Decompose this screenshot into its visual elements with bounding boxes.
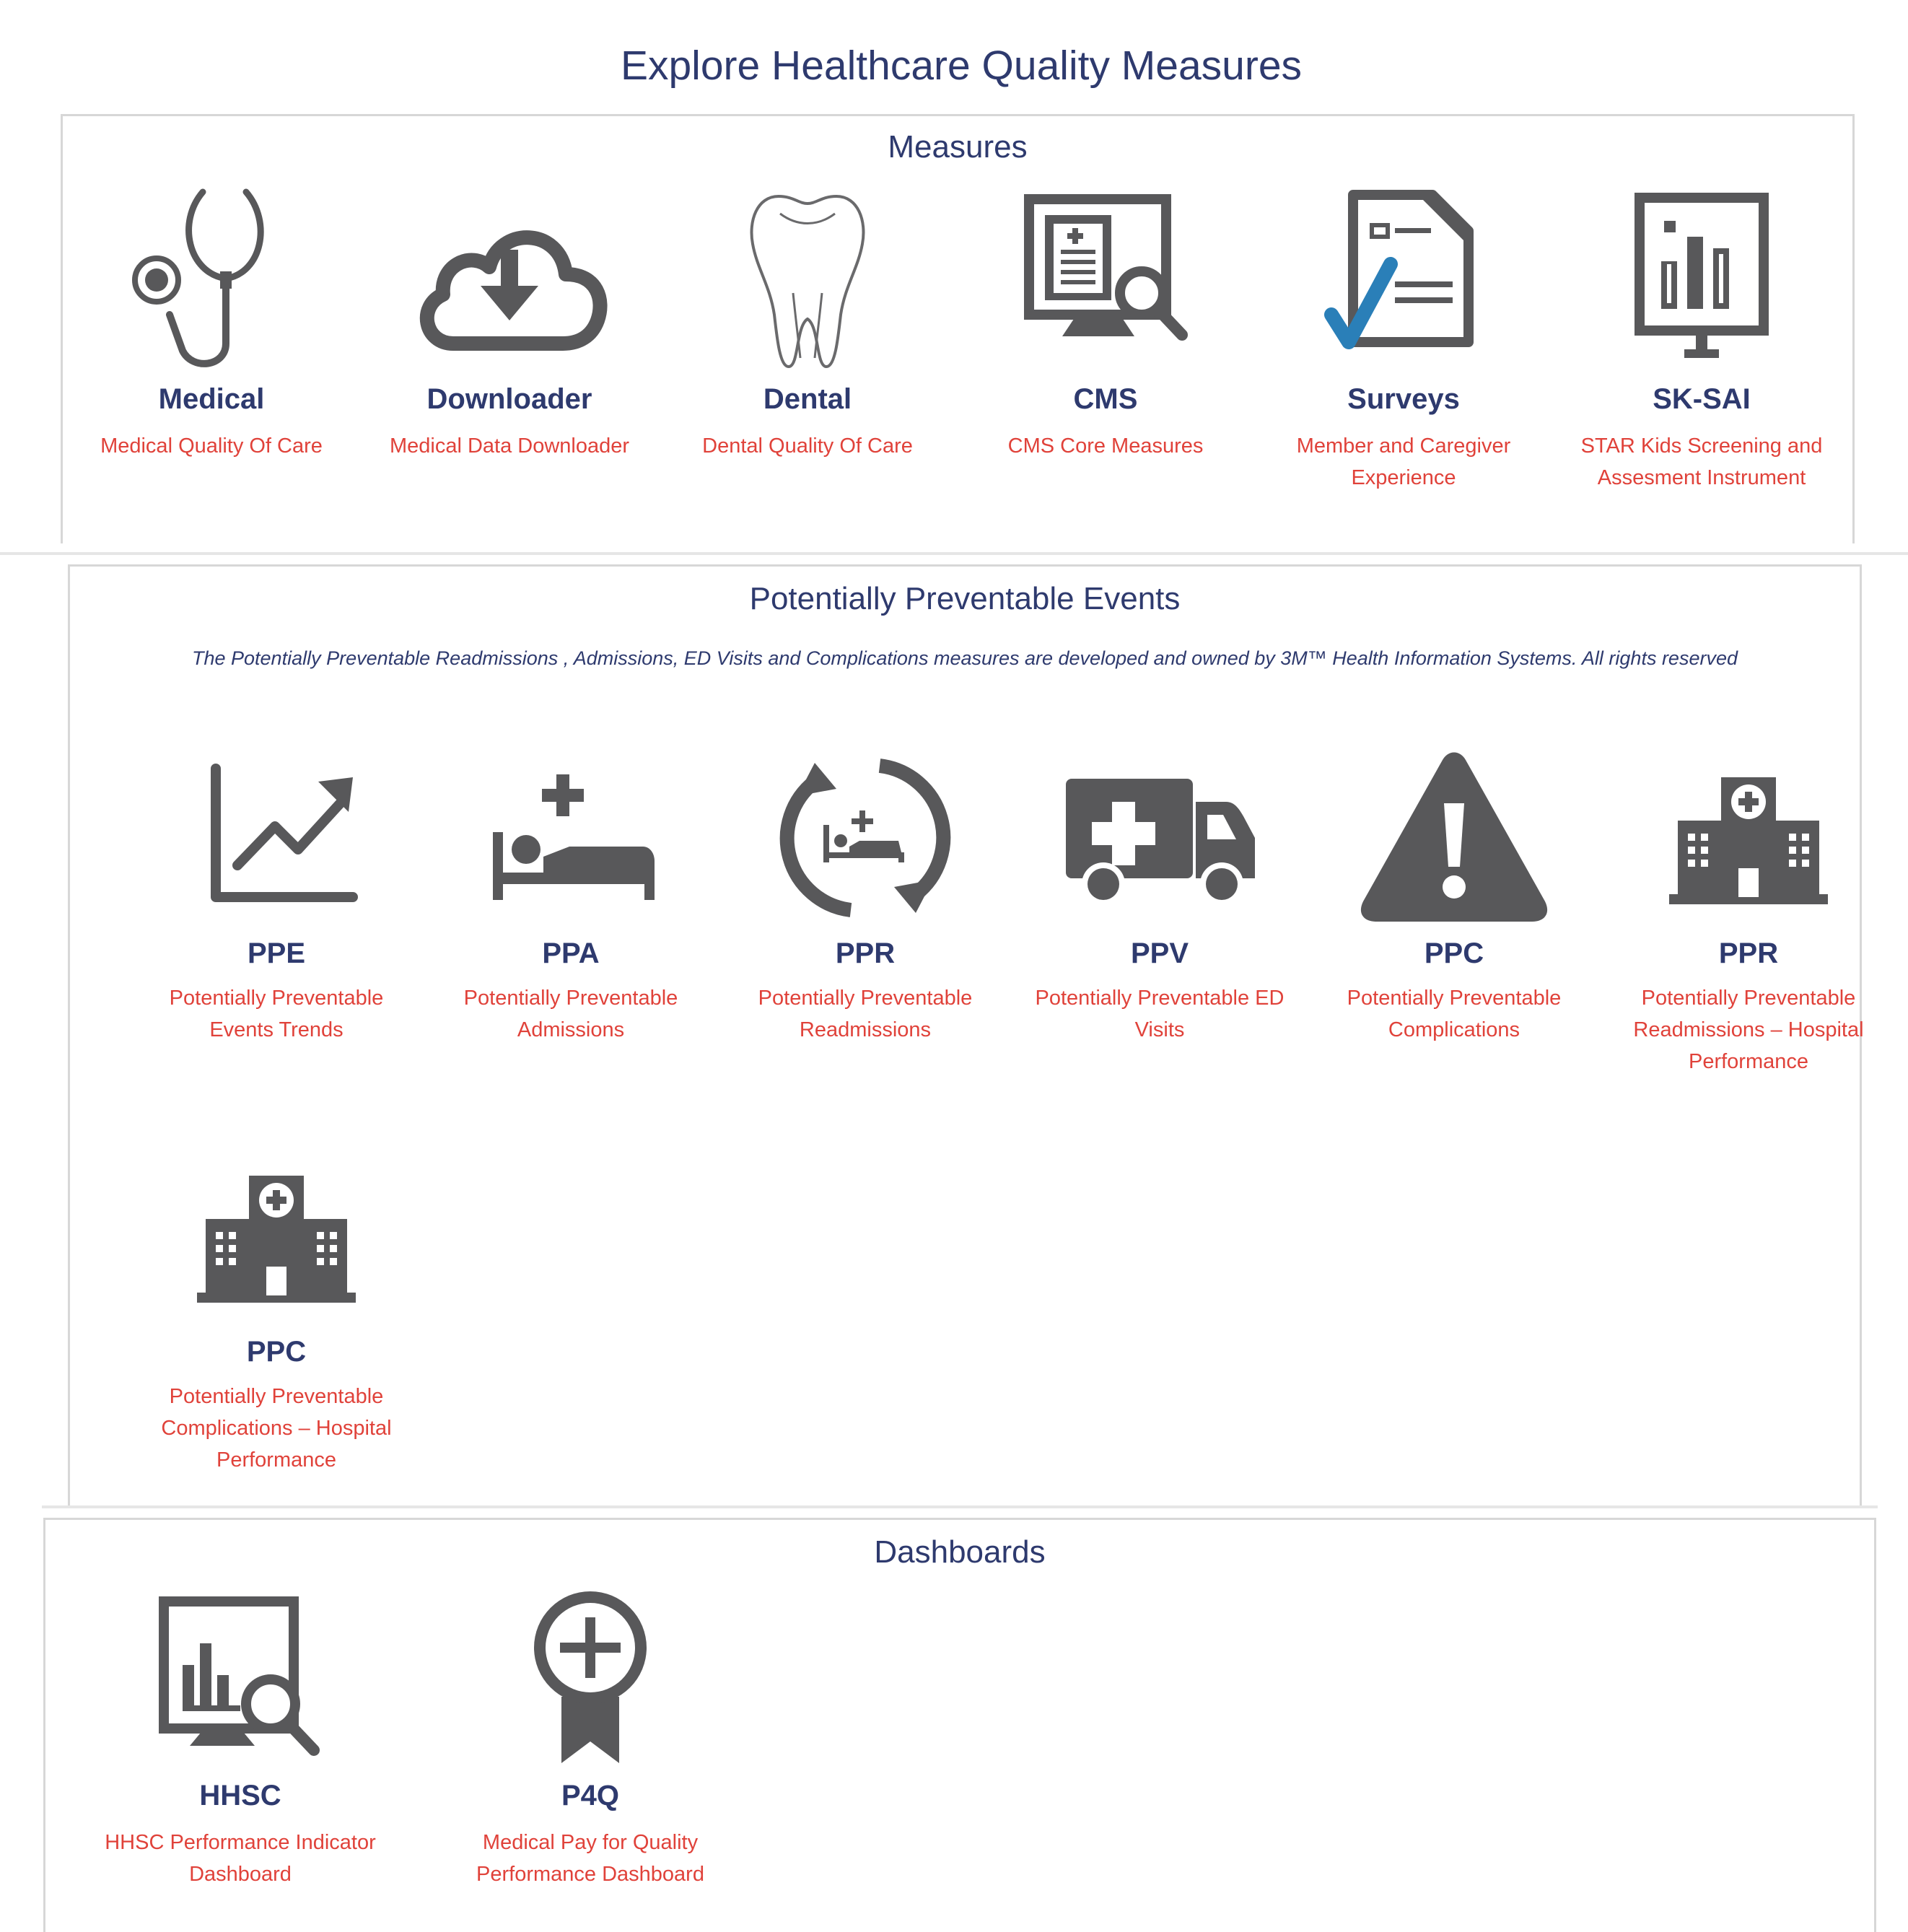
page-title: Explore Healthcare Quality Measures	[620, 43, 1303, 89]
ppe-title: Potentially Preventable Events	[749, 581, 1181, 616]
dashboard-card-hhsc[interactable]: HHSC HHSC Performance Indicator Dashboar…	[89, 1588, 392, 1928]
ambulance-icon	[1023, 746, 1297, 933]
card-title: CMS	[1073, 383, 1138, 415]
dashboard-card-p4q[interactable]: P4Q Medical Pay for Quality Performance …	[439, 1588, 742, 1928]
card-description: Potentially Preventable Complications – …	[161, 1385, 392, 1472]
card-title: PPA	[542, 937, 600, 969]
card-description: Potentially Preventable ED Visits	[1035, 987, 1285, 1041]
card-description: Potentially Preventable Events Trends	[169, 987, 384, 1041]
hospital-building-icon	[139, 1144, 413, 1332]
card-description: Member and Caregiver Experience	[1296, 434, 1511, 489]
measure-card-surveys[interactable]: Surveys Member and Caregiver Experience	[1281, 185, 1526, 546]
copyright-notice: The Potentially Preventable Readmissions…	[191, 647, 1738, 669]
dashboard-search-icon	[89, 1588, 392, 1769]
dashboards-panel: Dashboards HHSC HHSC Performance Indicat…	[43, 1518, 1876, 1932]
card-description: Dental Quality Of Care	[702, 434, 913, 458]
card-title: PPE	[247, 937, 306, 969]
card-description: Potentially Preventable Admissions	[463, 987, 678, 1041]
ppe-card-trends[interactable]: PPE Potentially Preventable Events Trend…	[139, 746, 413, 1121]
card-description: Medical Data Downloader	[389, 434, 630, 458]
dashboards-title: Dashboards	[874, 1534, 1046, 1570]
card-title: Medical	[158, 383, 265, 415]
trend-chart-icon	[139, 746, 413, 933]
ppe-card-ed-visits[interactable]: PPV Potentially Preventable ED Visits	[1023, 746, 1297, 1121]
card-title: Surveys	[1347, 383, 1460, 415]
stethoscope-icon	[89, 185, 334, 372]
presentation-chart-icon	[1579, 185, 1824, 372]
measures-panel: Measures Medical Medical Quality Of Care	[61, 114, 1855, 543]
cloud-download-icon	[387, 185, 632, 372]
tooth-icon	[685, 185, 930, 372]
hospital-building-icon	[1611, 746, 1886, 933]
hospital-bed-icon	[434, 746, 708, 933]
section-divider	[42, 1505, 1878, 1508]
measure-card-cms[interactable]: CMS CMS Core Measures	[983, 185, 1228, 546]
card-title: PPC	[1424, 937, 1484, 969]
card-title: PPR	[1718, 937, 1779, 969]
measures-title: Measures	[888, 129, 1028, 165]
monitor-search-icon	[983, 185, 1228, 372]
readmission-cycle-icon	[728, 746, 1002, 933]
ppe-card-readmissions[interactable]: PPR Potentially Preventable Readmissions	[728, 746, 1002, 1121]
warning-icon	[1317, 746, 1591, 933]
measure-card-dental[interactable]: Dental Dental Quality Of Care	[685, 185, 930, 546]
ppe-card-complications[interactable]: PPC Potentially Preventable Complication…	[1317, 746, 1591, 1121]
card-description: Potentially Preventable Complications	[1347, 987, 1562, 1041]
ppe-card-readmissions-hospital[interactable]: PPR Potentially Preventable Readmissions…	[1611, 746, 1886, 1121]
card-description: STAR Kids Screening and Assesment Instru…	[1580, 434, 1823, 489]
card-title: Downloader	[426, 383, 592, 415]
card-description: Potentially Preventable Readmissions – H…	[1633, 987, 1864, 1073]
card-title: Dental	[763, 383, 852, 415]
card-title: PPV	[1130, 937, 1189, 969]
measure-card-downloader[interactable]: Downloader Medical Data Downloader	[387, 185, 632, 546]
card-description: Medical Quality Of Care	[100, 434, 323, 458]
section-divider	[0, 552, 1908, 555]
card-description: CMS Core Measures	[1007, 434, 1204, 458]
ppe-card-complications-hospital[interactable]: PPC Potentially Preventable Complication…	[139, 1144, 413, 1505]
card-description: Medical Pay for Quality Performance Dash…	[476, 1831, 704, 1886]
card-title: P4Q	[561, 1780, 620, 1811]
measure-card-medical[interactable]: Medical Medical Quality Of Care	[89, 185, 334, 546]
card-title: HHSC	[199, 1780, 281, 1811]
survey-check-icon	[1281, 185, 1526, 372]
card-title: PPC	[246, 1336, 307, 1368]
ppe-card-admissions[interactable]: PPA Potentially Preventable Admissions	[434, 746, 708, 1121]
card-title: PPR	[835, 937, 896, 969]
award-ribbon-icon	[439, 1588, 742, 1769]
measure-card-sk-sai[interactable]: SK-SAI STAR Kids Screening and Assesment…	[1579, 185, 1824, 546]
card-title: SK-SAI	[1653, 383, 1751, 415]
card-description: Potentially Preventable Readmissions	[758, 987, 973, 1041]
ppe-panel: Potentially Preventable Events The Poten…	[68, 564, 1864, 1506]
card-description: HHSC Performance Indicator Dashboard	[105, 1831, 376, 1886]
